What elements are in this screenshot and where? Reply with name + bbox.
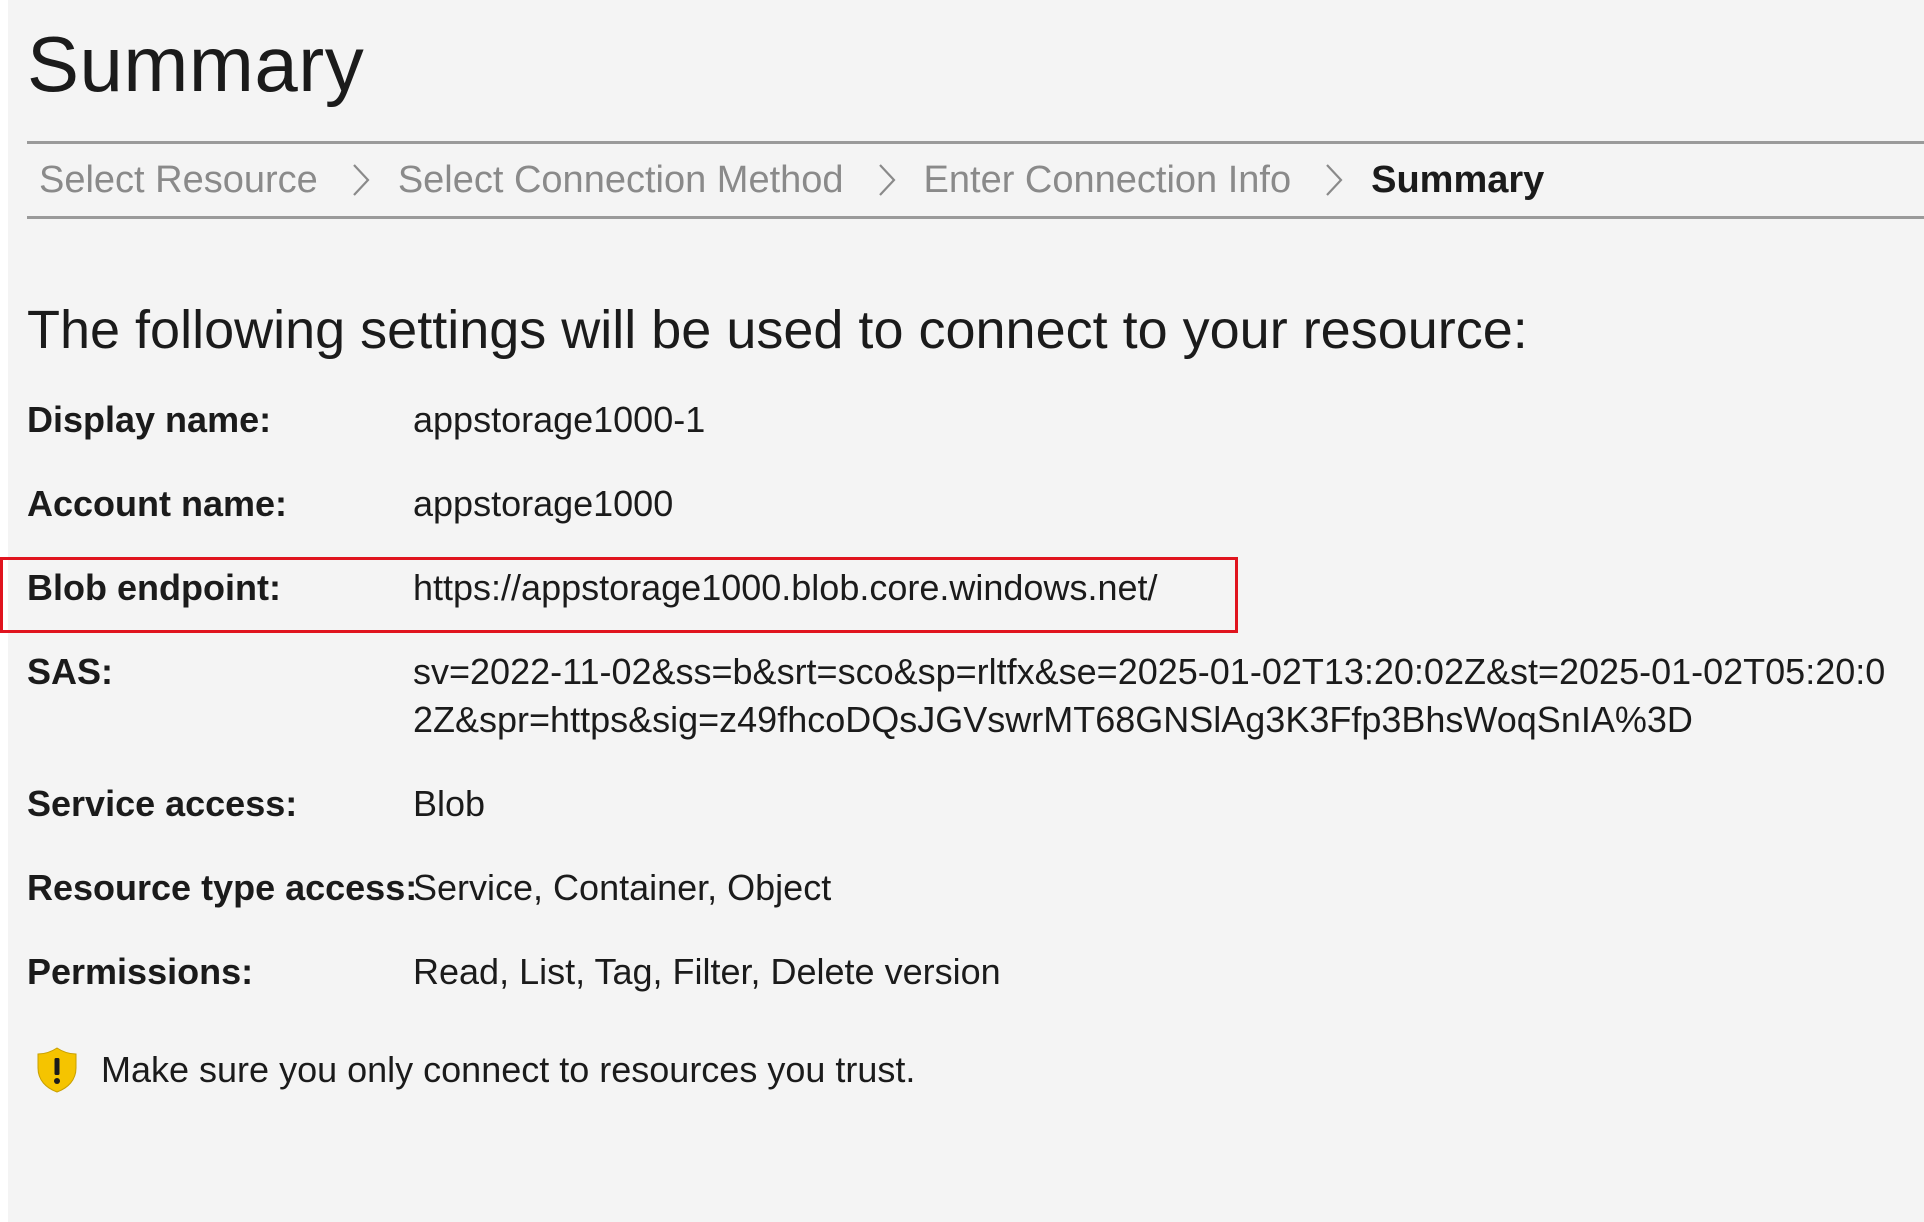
setting-label: Blob endpoint: bbox=[27, 567, 281, 608]
setting-label: Account name: bbox=[27, 483, 288, 524]
breadcrumb-step-select-resource[interactable]: Select Resource bbox=[39, 161, 318, 199]
setting-value: https://appstorage1000.blob.core.windows… bbox=[413, 567, 1158, 608]
setting-row-permissions: Permissions: Read, List, Tag, Filter, De… bbox=[27, 948, 1917, 996]
summary-panel: Summary Select Resource Select Connectio… bbox=[8, 0, 1924, 1222]
setting-label: Permissions: bbox=[27, 951, 254, 992]
shield-warning-icon bbox=[35, 1046, 79, 1094]
setting-row-blob-endpoint: Blob endpoint: https://appstorage1000.bl… bbox=[27, 564, 1917, 612]
trust-warning: Make sure you only connect to resources … bbox=[35, 1046, 915, 1094]
page-title: Summary bbox=[27, 20, 365, 108]
breadcrumb-step-summary: Summary bbox=[1371, 159, 1545, 201]
settings-list: Display name: appstorage1000-1 Account n… bbox=[27, 396, 1917, 1032]
chevron-right-icon bbox=[1319, 161, 1349, 199]
setting-row-service-access: Service access: Blob bbox=[27, 780, 1917, 828]
setting-value: Read, List, Tag, Filter, Delete version bbox=[413, 951, 1001, 992]
setting-label: Resource type access: bbox=[27, 867, 418, 908]
breadcrumb-step-enter-connection-info[interactable]: Enter Connection Info bbox=[924, 161, 1292, 199]
setting-value: Blob bbox=[413, 783, 486, 824]
warning-text: Make sure you only connect to resources … bbox=[101, 1049, 916, 1090]
settings-intro-heading: The following settings will be used to c… bbox=[27, 300, 1528, 360]
setting-value: sv=2022-11-02&ss=b&srt=sco&sp=rltfx&se=2… bbox=[413, 651, 1886, 740]
setting-row-display-name: Display name: appstorage1000-1 bbox=[27, 396, 1917, 444]
setting-label: SAS: bbox=[27, 651, 114, 692]
setting-label: Service access: bbox=[27, 783, 298, 824]
setting-row-resource-type-access: Resource type access: Service, Container… bbox=[27, 864, 1917, 912]
setting-row-sas: SAS: sv=2022-11-02&ss=b&srt=sco&sp=rltfx… bbox=[27, 648, 1917, 744]
breadcrumb-step-select-connection-method[interactable]: Select Connection Method bbox=[398, 161, 844, 199]
setting-value: appstorage1000-1 bbox=[413, 399, 706, 440]
chevron-right-icon bbox=[872, 161, 902, 199]
breadcrumb: Select Resource Select Connection Method… bbox=[27, 141, 1924, 219]
setting-row-account-name: Account name: appstorage1000 bbox=[27, 480, 1917, 528]
setting-label: Display name: bbox=[27, 399, 272, 440]
setting-value: appstorage1000 bbox=[413, 483, 674, 524]
setting-value: Service, Container, Object bbox=[413, 867, 832, 908]
chevron-right-icon bbox=[346, 161, 376, 199]
